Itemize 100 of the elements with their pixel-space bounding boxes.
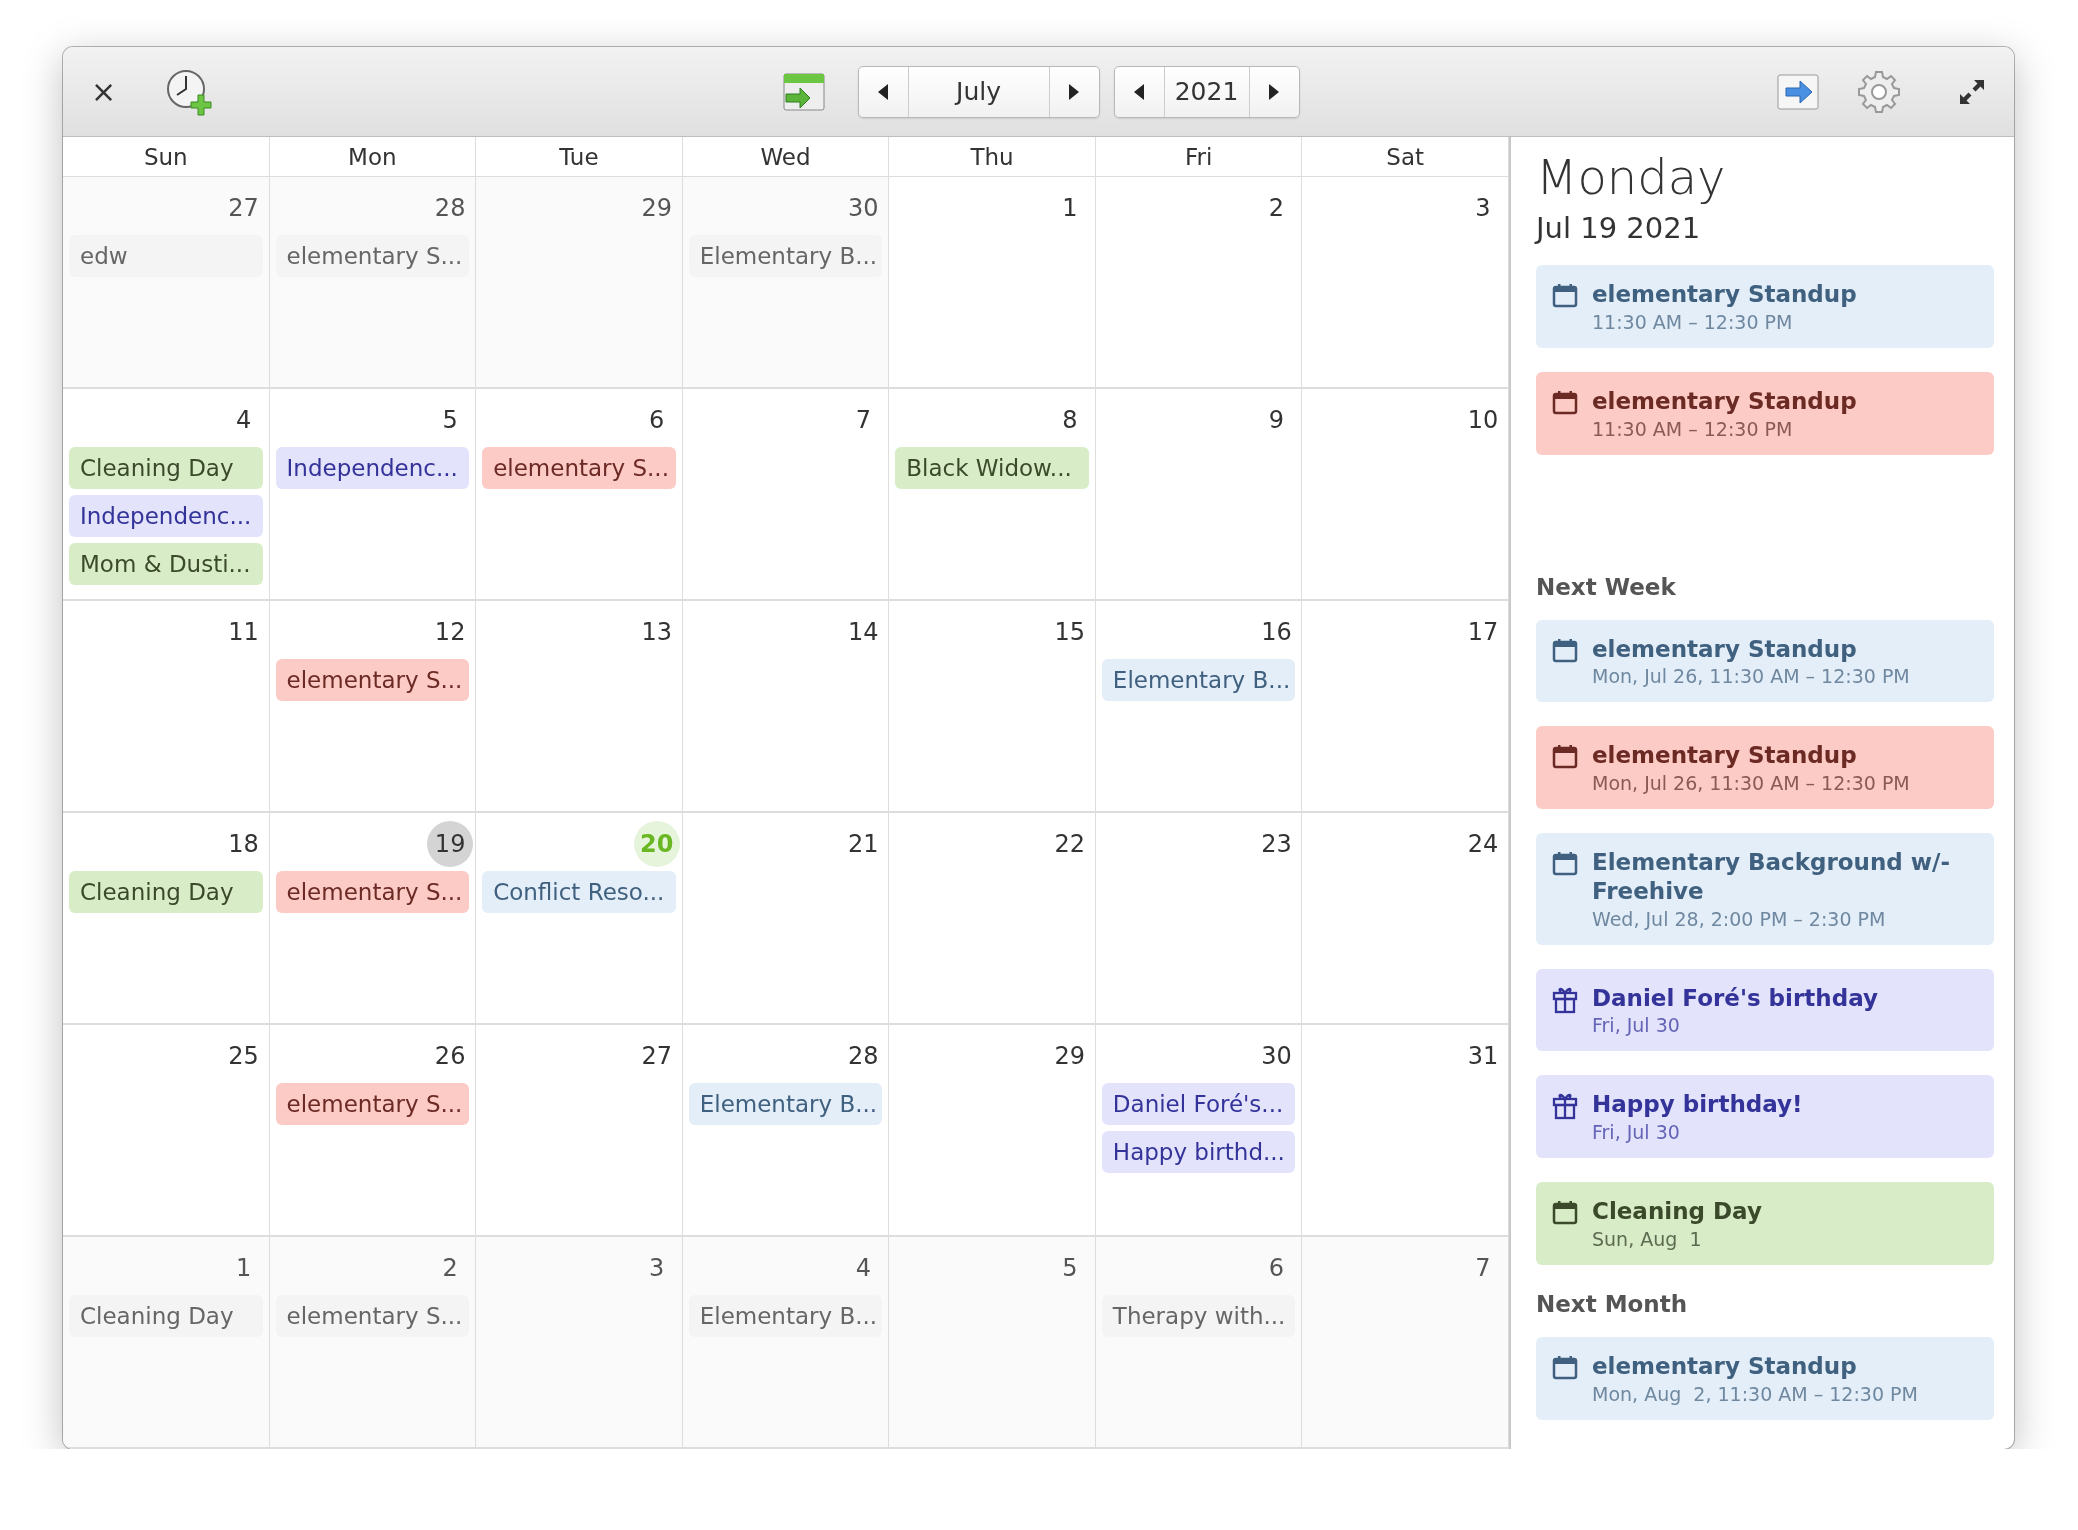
event-chip[interactable]: Independenc... [275, 447, 470, 489]
event-chip[interactable]: Mom & Dusti... [69, 543, 263, 585]
event-chip[interactable]: Elementary B... [688, 235, 883, 277]
day-cell[interactable]: 6 elementary S... [476, 389, 683, 601]
event-time: Mon, Jul 26, 11:30 AM – 12:30 PM [1592, 665, 1910, 688]
day-cell[interactable]: 27 [476, 1025, 683, 1237]
day-cell[interactable]: 23 [1095, 813, 1303, 1025]
event-title: elementary Standup [1592, 1351, 1858, 1381]
agenda-event-card[interactable]: Elementary Background w/- Freehive Wed, Jul 28, 2:00 PM – 2:30 PM [1536, 833, 1994, 945]
day-cell[interactable]: 11 [63, 601, 270, 813]
day-cell[interactable]: 17 [1302, 601, 1509, 813]
day-cell[interactable]: 24 [1302, 813, 1509, 1025]
day-cell[interactable]: 12 elementary S... [269, 601, 477, 813]
calendar-icon [1552, 636, 1578, 663]
weekday-header: Fri [1095, 137, 1303, 177]
day-cell[interactable]: 27 edw [63, 177, 270, 389]
event-chip[interactable]: Independenc... [69, 495, 263, 537]
day-cell[interactable]: 7 [682, 389, 890, 601]
day-cell[interactable]: 19 elementary S... [269, 813, 477, 1025]
agenda-event-card[interactable]: elementary Standup Mon, Jul 26, 11:30 AM – 12:30 PM [1536, 726, 1994, 809]
agenda-event-card[interactable]: elementary Standup 11:30 AM – 12:30 PM [1536, 265, 1994, 348]
day-cell[interactable]: 15 [889, 601, 1096, 813]
calendar-icon [1552, 1353, 1578, 1380]
agenda-event-card[interactable]: Cleaning Day Sun, Aug 1 [1536, 1182, 1994, 1265]
event-chip[interactable]: Elementary B... [688, 1295, 883, 1337]
event-chip[interactable]: Cleaning Day [69, 447, 263, 489]
event-chip[interactable]: elementary S... [482, 447, 676, 489]
day-cell[interactable]: 4 Elementary B... [682, 1237, 890, 1449]
weekday-header: Sun [63, 137, 270, 177]
event-chip[interactable]: edw [69, 235, 263, 277]
day-number: 4 [234, 405, 253, 436]
event-time: Fri, Jul 30 [1592, 1014, 1681, 1037]
day-number: 31 [1466, 1041, 1500, 1072]
day-cell[interactable]: 6 Therapy with... [1095, 1237, 1303, 1449]
right-triangle-icon [1267, 82, 1281, 101]
day-cell[interactable]: 25 [63, 1025, 270, 1237]
event-chip[interactable]: elementary S... [275, 1083, 470, 1125]
day-number: 1 [234, 1253, 253, 1284]
event-time: Fri, Jul 30 [1592, 1121, 1681, 1143]
day-cell[interactable]: 5 Independenc... [269, 389, 477, 601]
calendar-icon [1552, 282, 1578, 308]
day-number: 7 [1474, 1253, 1492, 1284]
agenda-event-card[interactable]: Happy birthday! Fri, Jul 30 [1536, 1075, 1994, 1158]
day-cell[interactable]: 3 [476, 1237, 683, 1449]
day-cell[interactable]: 30 Elementary B... [682, 177, 890, 389]
day-number: 19 [427, 821, 474, 867]
day-cell[interactable]: 8 Black Widow... [889, 389, 1096, 601]
event-chip[interactable]: Daniel Foré's... [1101, 1083, 1296, 1125]
day-cell[interactable]: 2 [1095, 177, 1303, 389]
event-chip[interactable]: Cleaning Day [69, 1295, 263, 1337]
day-cell[interactable]: 1 Cleaning Day [63, 1237, 270, 1449]
agenda-event-card[interactable]: elementary Standup Mon, Jul 26, 11:30 AM – 12:30 PM [1536, 619, 1994, 703]
day-number: 2 [441, 1253, 459, 1284]
day-cell[interactable]: 29 [476, 177, 683, 389]
day-number: 15 [1053, 617, 1087, 648]
day-number: 6 [648, 405, 666, 436]
day-number: 9 [1267, 405, 1286, 436]
agenda-event-card[interactable]: elementary Standup Mon, Aug 2, 11:30 AM – 12:30 PM [1536, 1336, 1994, 1420]
event-chip[interactable]: Conflict Reso... [482, 871, 676, 913]
event-chip[interactable]: Elementary B... [1101, 659, 1296, 701]
day-number: 25 [227, 1041, 260, 1072]
day-cell[interactable]: 22 [889, 813, 1096, 1025]
close-button[interactable]: × [87, 70, 121, 113]
day-cell[interactable]: 14 [682, 601, 890, 813]
day-cell[interactable]: 1 [889, 177, 1096, 389]
event-chip[interactable]: elementary S... [275, 235, 470, 277]
left-triangle-icon [876, 82, 890, 101]
day-number: 23 [1260, 829, 1293, 860]
day-cell[interactable]: 30 Daniel Foré's... Happy birthd... [1095, 1025, 1303, 1237]
day-cell[interactable]: 20 Conflict Reso... [476, 813, 683, 1025]
event-chip[interactable]: elementary S... [275, 871, 470, 913]
event-chip[interactable]: elementary S... [275, 659, 470, 701]
day-cell[interactable]: 18 Cleaning Day [63, 813, 270, 1025]
day-cell[interactable]: 9 [1095, 389, 1303, 601]
day-cell[interactable]: 28 Elementary B... [682, 1025, 890, 1237]
day-cell[interactable]: 13 [476, 601, 683, 813]
day-cell[interactable]: 10 [1302, 389, 1509, 601]
agenda-event-card[interactable]: elementary Standup 11:30 AM – 12:30 PM [1536, 371, 1994, 455]
day-cell[interactable]: 29 [889, 1025, 1096, 1237]
day-cell[interactable]: 31 [1302, 1025, 1509, 1237]
day-cell[interactable]: 28 elementary S... [269, 177, 477, 389]
day-number: 6 [1267, 1253, 1286, 1284]
day-cell[interactable]: 26 elementary S... [269, 1025, 477, 1237]
day-cell[interactable]: 7 [1302, 1237, 1509, 1449]
day-cell[interactable]: 2 elementary S... [269, 1237, 477, 1449]
calendar-icon [1552, 850, 1578, 876]
event-chip[interactable]: Happy birthd... [1101, 1131, 1296, 1173]
day-cell[interactable]: 3 [1302, 177, 1509, 389]
day-number: 21 [847, 829, 880, 860]
day-cell[interactable]: 4 Cleaning Day Independenc... Mom & Dusti... [63, 389, 270, 601]
event-chip[interactable]: Therapy with... [1101, 1295, 1296, 1337]
event-chip[interactable]: Cleaning Day [69, 871, 263, 913]
event-chip[interactable]: Elementary B... [688, 1083, 883, 1125]
event-chip[interactable]: Black Widow... [895, 447, 1089, 489]
day-cell[interactable]: 16 Elementary B... [1095, 601, 1303, 813]
agenda-event-card[interactable]: Daniel Foré's birthday Fri, Jul 30 [1536, 968, 1994, 1052]
day-cell[interactable]: 5 [889, 1237, 1096, 1449]
day-cell[interactable]: 21 [682, 813, 890, 1025]
event-chip[interactable]: elementary S... [275, 1295, 470, 1337]
section-heading: Next Month [1536, 1290, 1689, 1317]
